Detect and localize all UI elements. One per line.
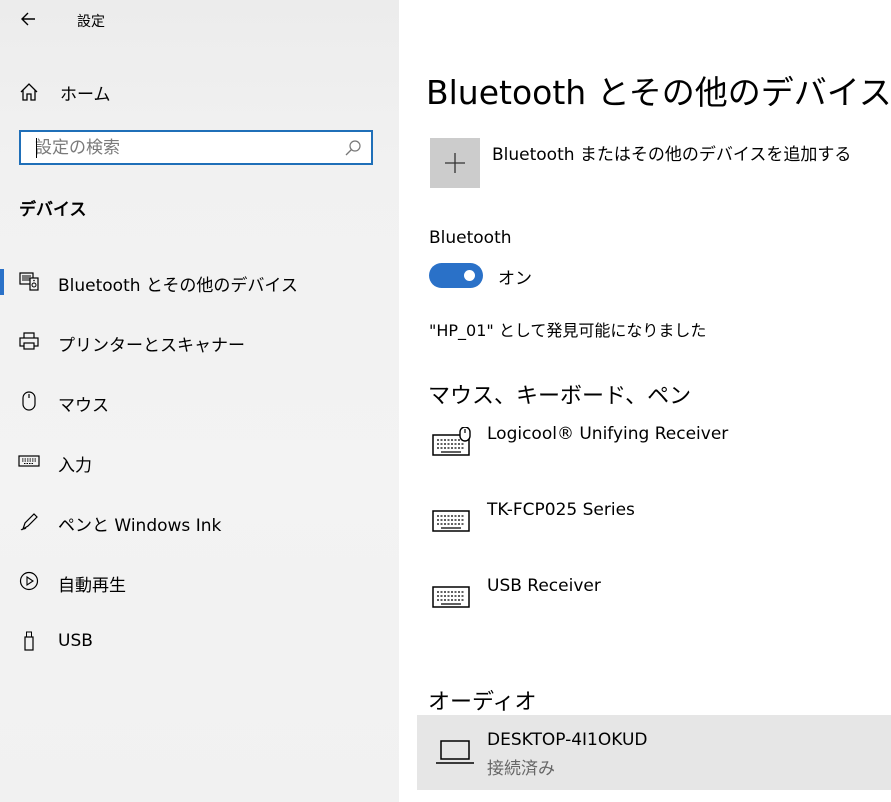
- sidebar: 設定 ホーム デバイス Bluetooth とその他のデバイス: [0, 0, 399, 802]
- sidebar-item-home[interactable]: ホーム: [18, 78, 111, 106]
- laptop-icon: [436, 740, 474, 764]
- sidebar-item-printers[interactable]: プリンターとスキャナー: [0, 321, 399, 361]
- printer-icon: [19, 332, 39, 350]
- device-item-selected[interactable]: DESKTOP-4I1OKUD 接続済み: [417, 715, 891, 790]
- toggle-knob: [464, 270, 475, 281]
- device-name: Logicool® Unifying Receiver: [487, 424, 729, 444]
- sidebar-item-label: 自動再生: [58, 576, 126, 596]
- sidebar-item-label: Bluetooth とその他のデバイス: [58, 276, 298, 296]
- sidebar-item-autoplay[interactable]: 自動再生: [0, 561, 399, 601]
- back-arrow-icon: [21, 12, 35, 26]
- keyboard-icon: [432, 586, 470, 608]
- autoplay-icon: [19, 571, 39, 591]
- sidebar-item-usb[interactable]: USB: [0, 621, 399, 661]
- device-name: DESKTOP-4I1OKUD: [487, 730, 648, 750]
- device-status: 接続済み: [487, 759, 555, 779]
- device-name: USB Receiver: [487, 576, 601, 596]
- sidebar-item-label: マウス: [58, 396, 109, 416]
- section-title: デバイス: [19, 200, 87, 220]
- usb-icon: [24, 631, 34, 651]
- keyboard-icon: [432, 510, 470, 532]
- add-device-label: Bluetooth またはその他のデバイスを追加する: [492, 145, 852, 165]
- active-indicator: [0, 269, 4, 295]
- back-button[interactable]: [18, 8, 40, 30]
- sidebar-item-bluetooth[interactable]: Bluetooth とその他のデバイス: [0, 261, 399, 301]
- group-title-input-devices: マウス、キーボード、ペン: [428, 384, 692, 409]
- mouse-icon: [22, 391, 36, 411]
- sidebar-item-label: プリンターとスキャナー: [58, 336, 245, 356]
- app-title: 設定: [77, 14, 105, 30]
- bluetooth-devices-icon: [19, 272, 39, 291]
- discoverable-text: "HP_01" として発見可能になりました: [429, 321, 707, 340]
- toggle-state-label: オン: [498, 269, 532, 289]
- keyboard-mouse-icon: [432, 427, 471, 456]
- plus-icon: [430, 138, 480, 188]
- bluetooth-toggle[interactable]: [429, 263, 483, 288]
- add-device-button[interactable]: Bluetooth またはその他のデバイスを追加する: [430, 138, 851, 188]
- sidebar-item-pen[interactable]: ペンと Windows Ink: [0, 501, 399, 541]
- sidebar-item-input[interactable]: 入力: [0, 441, 399, 481]
- sidebar-item-mouse[interactable]: マウス: [0, 381, 399, 421]
- keyboard-icon: [18, 455, 40, 467]
- group-title-audio: オーディオ: [428, 690, 537, 715]
- page-title: Bluetooth とその他のデバイス: [426, 73, 891, 112]
- main-panel: Bluetooth とその他のデバイス Bluetooth またはその他のデバイ…: [399, 0, 891, 802]
- sidebar-item-label: 入力: [58, 456, 92, 476]
- sidebar-item-label: USB: [58, 631, 93, 651]
- text-caret: [36, 138, 37, 158]
- search-icon[interactable]: [343, 138, 363, 158]
- sidebar-item-label: ペンと Windows Ink: [58, 516, 222, 536]
- bluetooth-label: Bluetooth: [429, 228, 512, 248]
- search-input[interactable]: [33, 136, 343, 159]
- search-box[interactable]: [19, 130, 373, 165]
- pen-icon: [20, 513, 38, 531]
- home-icon: [20, 83, 38, 101]
- home-label: ホーム: [60, 84, 111, 105]
- device-name: TK-FCP025 Series: [487, 500, 635, 520]
